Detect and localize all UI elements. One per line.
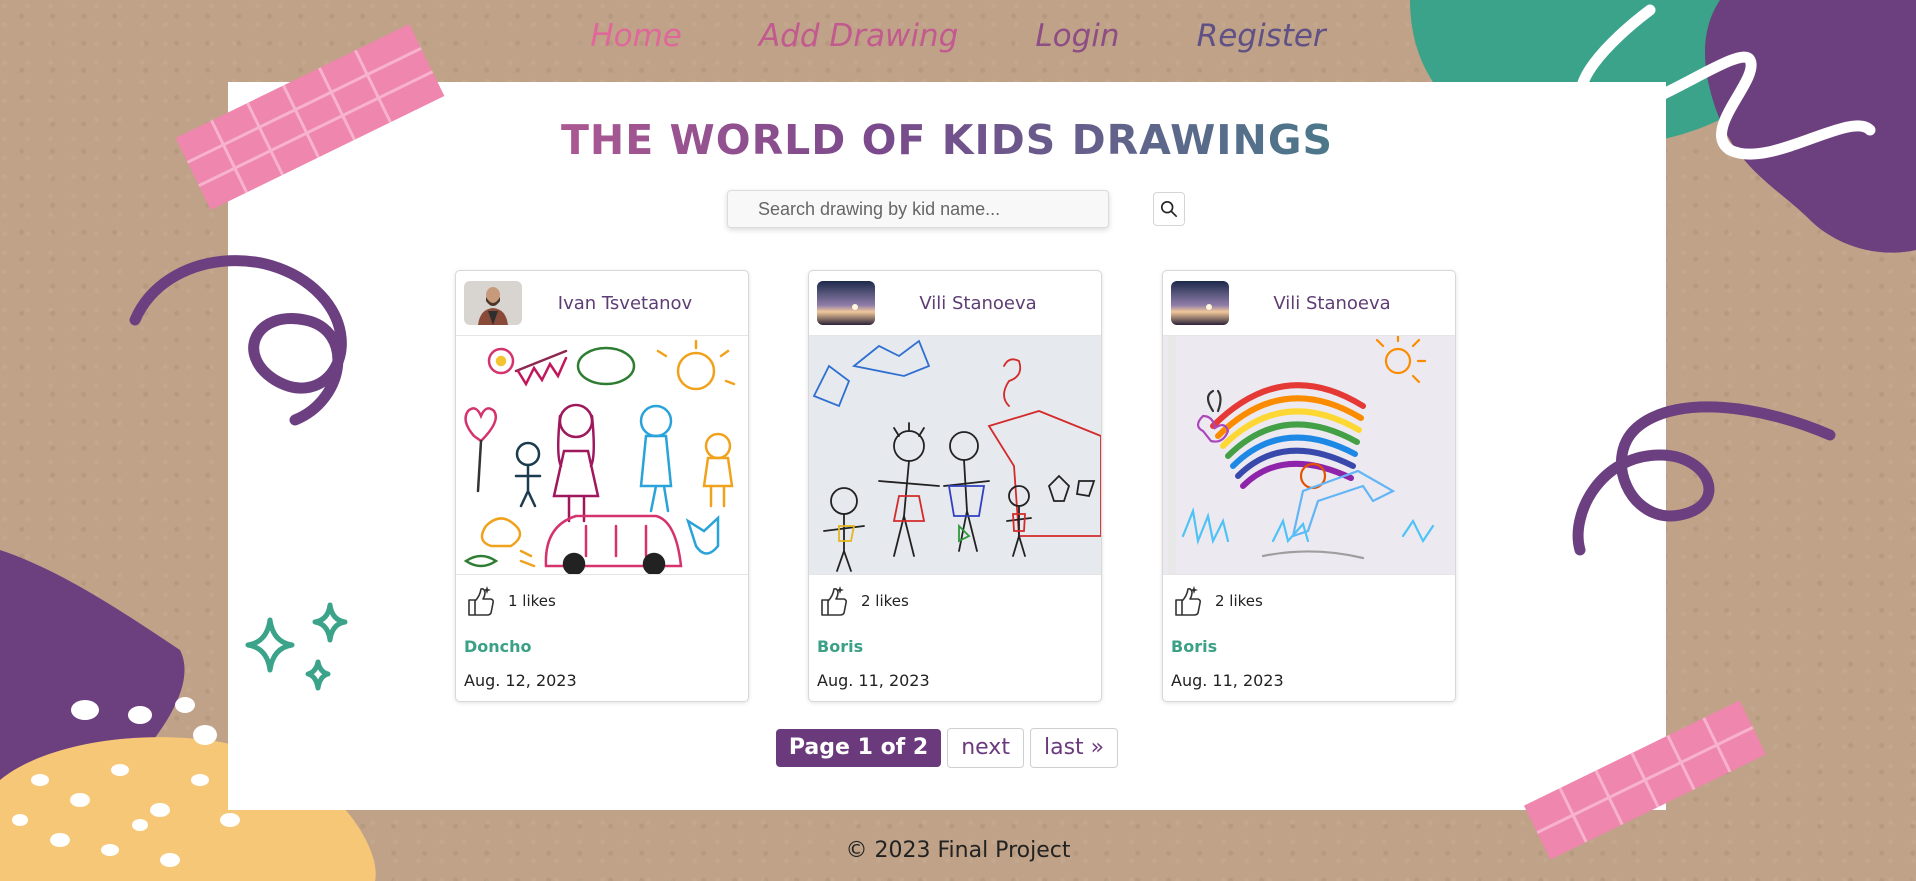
likes-count: 2 likes [861,592,909,610]
avatar [817,281,875,325]
nav-home-link[interactable]: Home [590,18,682,54]
footer-copyright: © 2023 Final Project [845,838,1071,863]
search-input[interactable] [727,190,1109,228]
thumbs-up-icon[interactable] [817,584,849,618]
likes-row: 2 likes [817,584,909,618]
nav-register-link[interactable]: Register [1197,18,1326,54]
drawing-date: Aug. 12, 2023 [464,671,577,690]
thumbs-up-icon[interactable] [1171,584,1203,618]
pagination: Page 1 of 2 next last » [228,728,1666,768]
current-page-indicator: Page 1 of 2 [775,729,942,767]
likes-count: 1 likes [508,592,556,610]
kid-name-link[interactable]: Doncho [464,637,532,656]
nav-login-link[interactable]: Login [1035,18,1119,54]
pink-tape-bottom-right [1523,700,1767,860]
card-header: Vili Stanoeva [1163,271,1455,336]
search-form [727,190,1185,228]
likes-row: 2 likes [1171,584,1263,618]
author-name[interactable]: Vili Stanoeva [875,293,1101,314]
drawing-image[interactable] [809,336,1101,575]
white-dots-bottom-left [71,697,217,745]
kid-name-link[interactable]: Boris [1171,637,1217,656]
likes-row: 1 likes [464,584,556,618]
author-name[interactable]: Ivan Tsvetanov [522,293,748,314]
kid-name-link[interactable]: Boris [817,637,863,656]
next-page-button[interactable]: next [947,728,1024,768]
likes-count: 2 likes [1215,592,1263,610]
main-nav: Home Add Drawing Login Register [0,18,1916,54]
search-button[interactable] [1153,192,1185,226]
card-header: Ivan Tsvetanov [456,271,748,336]
drawing-image[interactable] [1163,336,1455,575]
drawing-card[interactable]: Vili Stanoeva 2 likes Boris Aug. 11, 202… [1162,270,1456,702]
last-page-button[interactable]: last » [1029,728,1119,768]
avatar [1171,281,1229,325]
thumbs-up-icon[interactable] [464,584,496,618]
drawing-date: Aug. 11, 2023 [817,671,930,690]
card-header: Vili Stanoeva [809,271,1101,336]
avatar [464,281,522,325]
purple-swirl-right [1572,401,1836,556]
drawing-date: Aug. 11, 2023 [1171,671,1284,690]
purple-swirl-left [129,255,347,426]
drawing-card[interactable]: Ivan Tsvetanov 1 likes Doncho Aug. 12, 2… [455,270,749,702]
search-icon [1160,200,1178,218]
nav-add-drawing-link[interactable]: Add Drawing [759,18,958,54]
drawing-card[interactable]: Vili Stanoeva 2 likes Boris Aug. 11, 202… [808,270,1102,702]
drawing-image[interactable] [456,336,748,575]
sparkles [245,602,348,691]
author-name[interactable]: Vili Stanoeva [1229,293,1455,314]
